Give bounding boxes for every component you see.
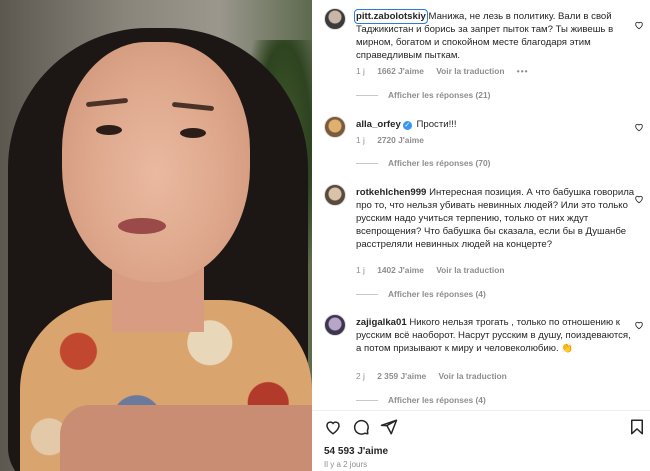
- post-date[interactable]: Il y a 2 jours: [324, 460, 367, 469]
- comment-body: alla_orfey ✓ Прости!!!: [356, 118, 636, 131]
- comment-likes[interactable]: 1662 J'aime: [377, 66, 424, 76]
- avatar[interactable]: [324, 314, 346, 336]
- heart-icon[interactable]: [324, 418, 342, 436]
- comment-likes[interactable]: 2720 J'aime: [377, 135, 424, 145]
- media-face: [62, 42, 250, 282]
- comment-body: zajigalka01 Никого нельзя трогать , толь…: [356, 316, 636, 355]
- translate-link[interactable]: Voir la traduction: [439, 371, 507, 381]
- replies-line: [356, 294, 378, 296]
- comment-username[interactable]: alla_orfey: [356, 119, 401, 130]
- media-mouth: [118, 218, 166, 234]
- avatar[interactable]: [324, 184, 346, 206]
- comment-time[interactable]: 1 j: [356, 66, 365, 76]
- avatar[interactable]: [324, 116, 346, 138]
- heart-outline-icon[interactable]: [634, 20, 644, 30]
- replies-label: Afficher les réponses (21): [388, 90, 491, 100]
- comment-meta: 1 j 1662 J'aime Voir la traduction •••: [356, 66, 539, 76]
- comment-body: rotkehlchen999 Интересная позиция. А что…: [356, 186, 636, 251]
- post-likes-count[interactable]: 54 593 J'aime: [324, 446, 388, 457]
- replies-label: Afficher les réponses (70): [388, 158, 491, 168]
- comment-body: pitt.zabolotskiy Манижа, не лезь в полит…: [354, 9, 636, 62]
- show-replies-button[interactable]: Afficher les réponses (4): [356, 395, 486, 405]
- comment-meta: 2 j 2 359 J'aime Voir la traduction: [356, 371, 517, 381]
- show-replies-button[interactable]: Afficher les réponses (4): [356, 289, 486, 299]
- show-replies-button[interactable]: Afficher les réponses (21): [356, 90, 490, 100]
- replies-line: [356, 400, 378, 402]
- post-media[interactable]: [0, 0, 312, 471]
- comment-text: Прости!!!: [416, 119, 457, 130]
- avatar[interactable]: [324, 8, 346, 30]
- show-replies-button[interactable]: Afficher les réponses (70): [356, 158, 490, 168]
- verified-badge-icon: ✓: [402, 121, 412, 130]
- post-action-bar: [322, 418, 648, 438]
- actions-divider: [312, 410, 650, 411]
- heart-outline-icon[interactable]: [634, 122, 644, 132]
- comment-time[interactable]: 1 j: [356, 135, 365, 145]
- comment-meta: 1 j 1402 J'aime Voir la traduction: [356, 265, 514, 275]
- heart-outline-icon[interactable]: [634, 320, 644, 330]
- replies-line: [356, 163, 378, 165]
- comment-username[interactable]: zajigalka01: [356, 317, 407, 328]
- comment-username[interactable]: pitt.zabolotskiy: [354, 9, 428, 24]
- comment-likes[interactable]: 1402 J'aime: [377, 265, 424, 275]
- comment-meta: 1 j 2720 J'aime: [356, 135, 434, 145]
- media-eye-left: [96, 125, 122, 135]
- replies-label: Afficher les réponses (4): [388, 289, 486, 299]
- media-eye-right: [180, 128, 206, 138]
- comment-likes[interactable]: 2 359 J'aime: [377, 371, 426, 381]
- translate-link[interactable]: Voir la traduction: [436, 66, 504, 76]
- comment-time[interactable]: 1 j: [356, 265, 365, 275]
- translate-link[interactable]: Voir la traduction: [436, 265, 504, 275]
- replies-line: [356, 95, 378, 97]
- heart-outline-icon[interactable]: [634, 194, 644, 204]
- comment-time[interactable]: 2 j: [356, 371, 365, 381]
- comments-panel: pitt.zabolotskiy Манижа, не лезь в полит…: [312, 0, 650, 471]
- bookmark-icon[interactable]: [628, 418, 646, 436]
- replies-label: Afficher les réponses (4): [388, 395, 486, 405]
- send-icon[interactable]: [380, 418, 398, 436]
- comment-icon[interactable]: [352, 418, 370, 436]
- more-options-icon[interactable]: •••: [517, 66, 529, 76]
- comment-username[interactable]: rotkehlchen999: [356, 187, 426, 198]
- media-arm: [60, 405, 312, 471]
